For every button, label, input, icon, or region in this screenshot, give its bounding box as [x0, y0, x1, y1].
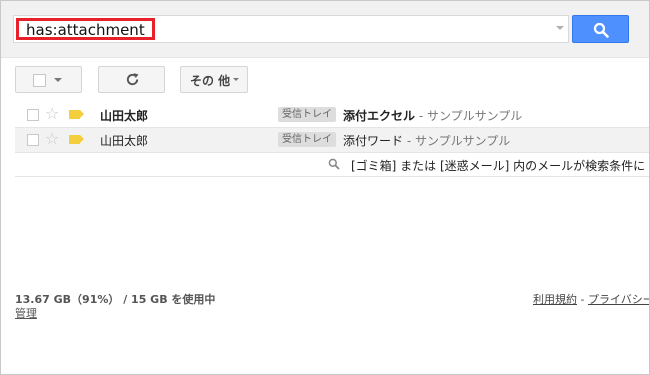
- message-row[interactable]: ☆ 山田太郎 受信トレイ 添付ワード - サンプルサンプル: [15, 128, 649, 153]
- star-icon[interactable]: ☆: [45, 130, 59, 148]
- search-icon: [593, 22, 609, 38]
- message-snippet: - サンプルサンプル: [415, 109, 523, 123]
- trash-spam-notice-text: [ゴミ箱] または [迷惑メール] 内のメールが検索条件に: [351, 159, 646, 173]
- gmail-window: has:attachment その 他 ☆ 山田太郎 受信トレイ 添付エクセル …: [0, 0, 650, 375]
- inbox-label-badge[interactable]: 受信トレイ: [278, 132, 336, 147]
- trash-spam-search-notice[interactable]: [ゴミ箱] または [迷惑メール] 内のメールが検索条件に: [15, 153, 649, 177]
- search-button[interactable]: [572, 15, 629, 43]
- select-checkbox[interactable]: [33, 74, 46, 87]
- search-query-highlight[interactable]: has:attachment: [16, 18, 155, 40]
- message-subject-line: 添付エクセル - サンプルサンプル: [343, 107, 522, 124]
- importance-marker-icon[interactable]: [69, 110, 84, 119]
- message-subject-line: 添付ワード - サンプルサンプル: [343, 132, 510, 149]
- message-snippet: - サンプルサンプル: [403, 134, 511, 148]
- footer-links: 利用規約 - プライバシー: [533, 291, 649, 307]
- importance-marker-icon[interactable]: [69, 135, 84, 144]
- message-row[interactable]: ☆ 山田太郎 受信トレイ 添付エクセル - サンプルサンプル: [15, 103, 649, 128]
- more-actions-label: その 他: [190, 74, 231, 88]
- search-options-dropdown-icon[interactable]: [556, 26, 564, 30]
- chevron-down-icon: [54, 78, 62, 82]
- chevron-down-icon: [233, 78, 239, 81]
- refresh-icon: [126, 73, 139, 86]
- message-checkbox[interactable]: [27, 109, 39, 121]
- refresh-button[interactable]: [98, 66, 165, 93]
- terms-link[interactable]: 利用規約: [533, 293, 577, 306]
- message-list: ☆ 山田太郎 受信トレイ 添付エクセル - サンプルサンプル ☆ 山田太郎 受信…: [15, 103, 649, 177]
- footer-separator: -: [577, 293, 588, 306]
- message-sender: 山田太郎: [100, 134, 149, 148]
- star-icon[interactable]: ☆: [45, 105, 59, 123]
- search-icon: [328, 158, 340, 170]
- select-all-button[interactable]: [15, 66, 82, 93]
- more-actions-button[interactable]: その 他: [180, 66, 248, 93]
- message-checkbox[interactable]: [27, 134, 39, 146]
- inbox-label-badge[interactable]: 受信トレイ: [278, 107, 336, 122]
- privacy-link[interactable]: プライバシー: [588, 293, 649, 306]
- storage-quota: 13.67 GB（91%） / 15 GB を使用中: [15, 293, 216, 306]
- message-subject: 添付エクセル: [343, 109, 416, 123]
- search-input[interactable]: has:attachment: [13, 15, 569, 43]
- search-header: has:attachment: [1, 1, 649, 58]
- message-sender: 山田太郎: [100, 109, 149, 123]
- manage-storage-link[interactable]: 管理: [15, 305, 37, 321]
- message-subject: 添付ワード: [343, 134, 404, 148]
